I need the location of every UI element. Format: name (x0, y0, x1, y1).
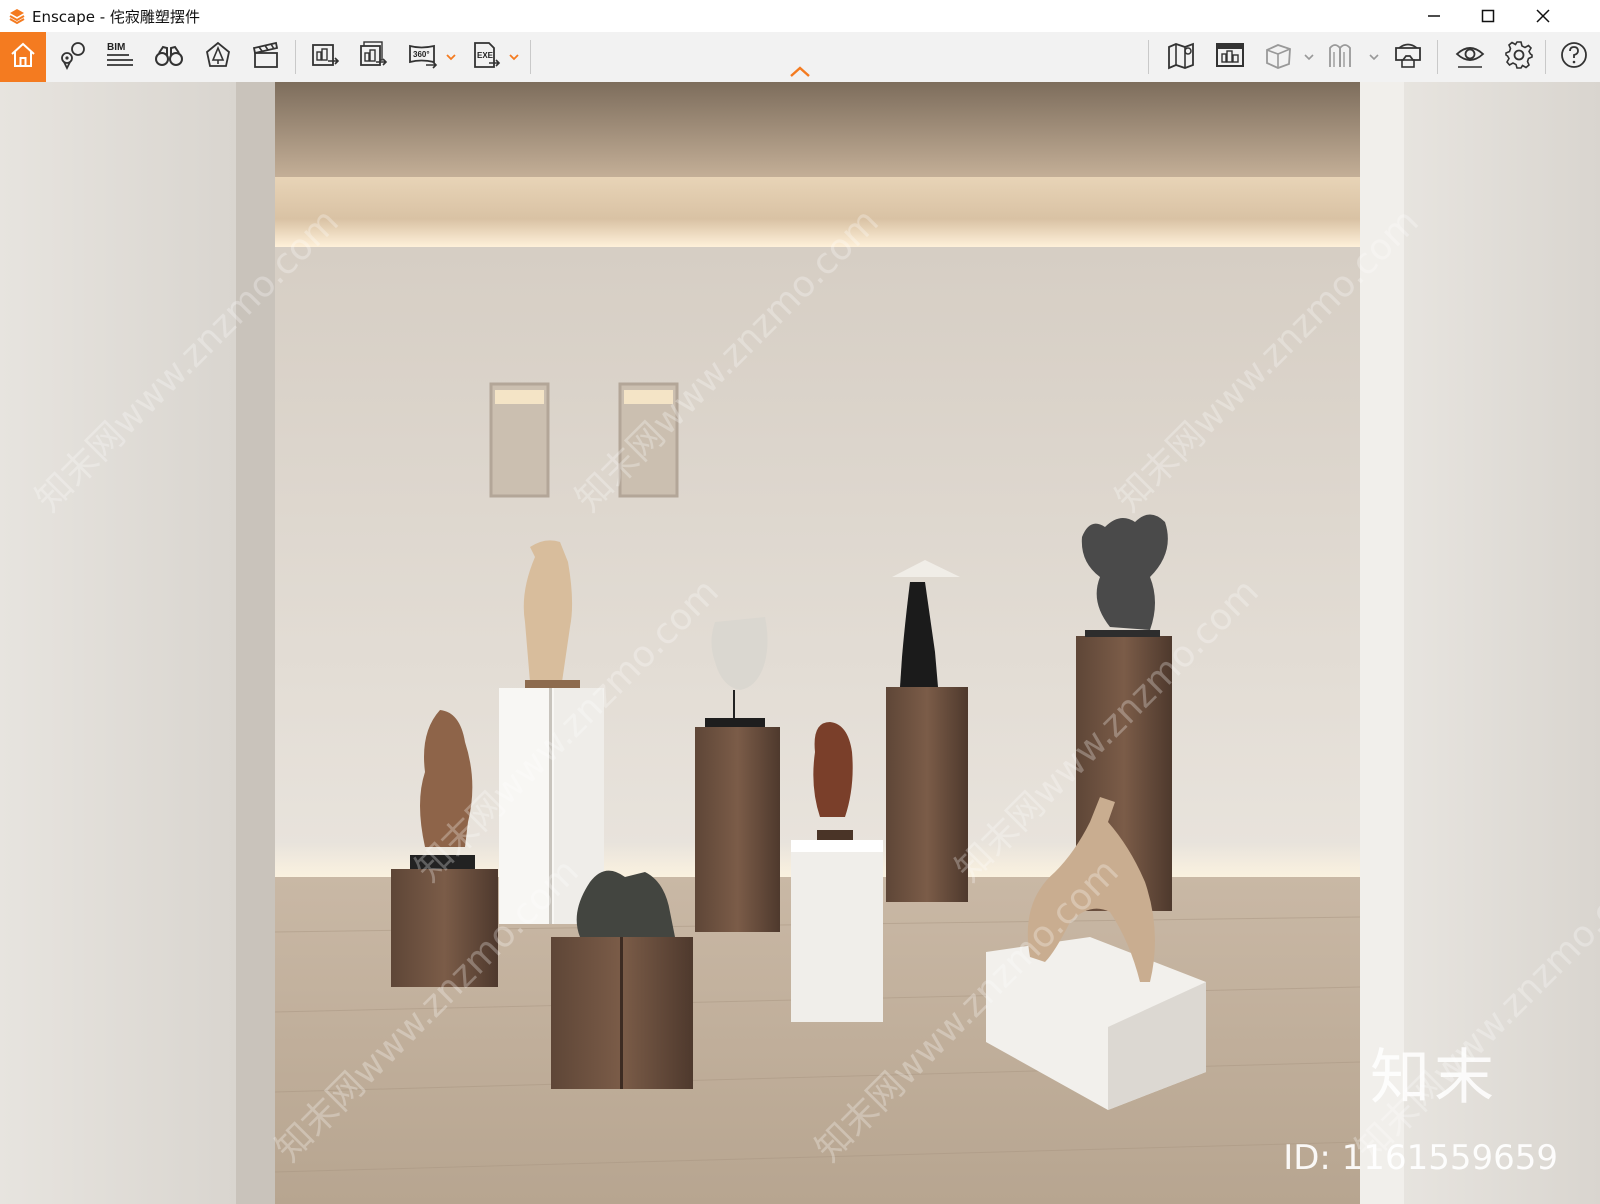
batch-render-icon (360, 41, 388, 66)
bim-button[interactable]: BIM (97, 32, 143, 82)
map-icon (1168, 42, 1194, 70)
map-button[interactable] (1158, 32, 1204, 82)
panorama-button[interactable]: 360° (400, 32, 446, 82)
eye-icon (1455, 47, 1485, 68)
render-image-icon (312, 44, 340, 66)
watermark-logo: 知末 (1370, 1043, 1498, 1113)
close-button[interactable] (1516, 0, 1570, 32)
home-button[interactable] (0, 32, 46, 82)
collapse-toolbar-button[interactable] (788, 65, 812, 79)
web-standalone-button[interactable] (1207, 32, 1253, 82)
svg-text:BIM: BIM (107, 42, 125, 53)
toolbar-separator (295, 40, 296, 74)
enscape-logo-icon (9, 9, 25, 25)
material-editor-button[interactable] (195, 32, 241, 82)
panorama-360-icon: 360° (409, 44, 438, 69)
export-exe-button[interactable]: EXE (463, 32, 509, 82)
toolbar-separator (1545, 40, 1546, 74)
chevron-down-icon (509, 54, 519, 61)
tree-icon (206, 41, 230, 67)
sync-dropdown[interactable] (1367, 32, 1381, 82)
home-icon (11, 42, 35, 67)
sync-icon (1329, 44, 1351, 67)
chevron-down-icon (446, 54, 456, 61)
title-bar: Enscape - 侘寂雕塑摆件 (0, 0, 1600, 32)
toolbar: BIM 360° EXE (0, 32, 1600, 83)
chevron-up-icon (790, 66, 810, 77)
toolbar-separator (1148, 40, 1149, 74)
vr-headset-icon (1395, 43, 1421, 68)
visual-settings-button[interactable] (1447, 32, 1493, 82)
watermark-id: ID: 1161559659 (1283, 1138, 1558, 1178)
chevron-down-icon (1304, 54, 1314, 61)
minimize-button[interactable] (1407, 0, 1461, 32)
render-image-button[interactable] (302, 32, 348, 82)
svg-text:EXE: EXE (477, 51, 494, 60)
views-button[interactable] (50, 32, 96, 82)
help-icon (1561, 42, 1587, 68)
toolbar-separator (530, 40, 531, 74)
cube-view-button[interactable] (1255, 32, 1301, 82)
binoculars-icon (155, 45, 183, 66)
help-button[interactable] (1551, 32, 1597, 82)
clapperboard-icon (252, 41, 279, 68)
gear-icon (1505, 41, 1533, 69)
settings-button[interactable] (1496, 32, 1542, 82)
batch-render-button[interactable] (350, 32, 396, 82)
maximize-icon (1481, 9, 1495, 23)
render-viewport[interactable]: 知末网www.znzmo.com 知末网www.znzmo.com 知末网www… (0, 82, 1600, 1204)
chevron-down-icon (1369, 54, 1379, 61)
svg-text:360°: 360° (413, 50, 430, 59)
sync-button[interactable] (1318, 32, 1364, 82)
close-icon (1536, 9, 1550, 23)
export-dropdown[interactable] (507, 32, 521, 82)
asset-library-button[interactable] (146, 32, 192, 82)
vr-headset-button[interactable] (1385, 32, 1431, 82)
location-pin-icon (61, 42, 85, 70)
web-standalone-icon (1216, 43, 1244, 67)
video-editor-button[interactable] (243, 32, 289, 82)
bim-icon: BIM (107, 42, 133, 66)
window-title: Enscape - 侘寂雕塑摆件 (32, 8, 200, 26)
panorama-dropdown[interactable] (444, 32, 458, 82)
minimize-icon (1428, 15, 1440, 17)
maximize-button[interactable] (1461, 0, 1515, 32)
cube-icon (1266, 44, 1291, 69)
toolbar-separator (1437, 40, 1438, 74)
cube-dropdown[interactable] (1302, 32, 1316, 82)
exe-export-icon: EXE (474, 42, 501, 68)
